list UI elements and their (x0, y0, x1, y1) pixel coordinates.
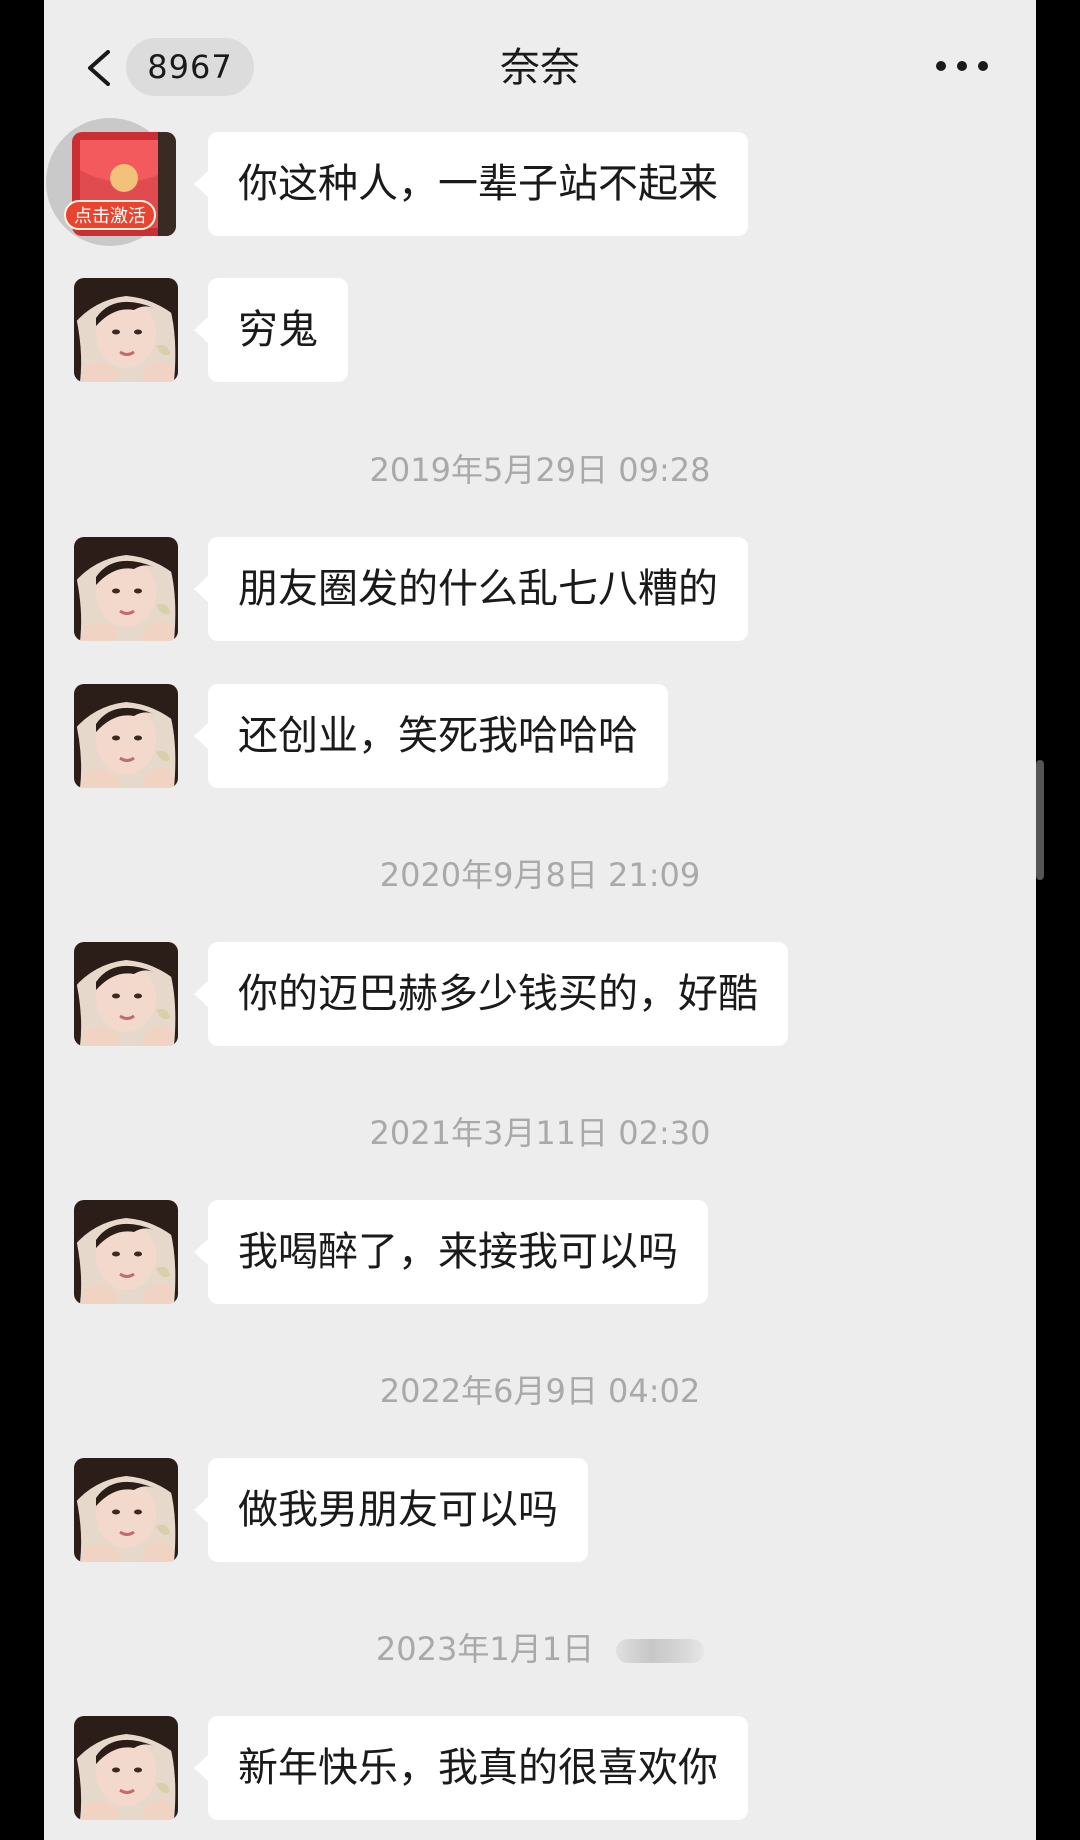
message-bubble[interactable]: 做我男朋友可以吗 (194, 1458, 588, 1562)
chat-screen: 8967 奈奈 点击激活 你这种人，一辈子站不起来 穷鬼 2019年5月29日 … (44, 0, 1036, 1840)
timestamp-date: 2023年1月1日 (375, 1630, 595, 1668)
message-bubble[interactable]: 我喝醉了，来接我可以吗 (194, 1200, 708, 1304)
chat-title: 奈奈 (500, 45, 580, 91)
contact-avatar[interactable] (74, 1716, 178, 1820)
blurred-time (616, 1639, 705, 1663)
message-timestamp: 2021年3月11日 02:30 (369, 1114, 711, 1152)
contact-avatar[interactable] (74, 278, 178, 382)
red-packet-avatar[interactable]: 点击激活 (44, 118, 180, 246)
message-timestamp: 2022年6月9日 04:02 (379, 1372, 701, 1410)
message-bubble[interactable]: 朋友圈发的什么乱七八糟的 (194, 537, 748, 641)
more-icon[interactable] (936, 56, 988, 76)
message-bubble[interactable]: 穷鬼 (194, 278, 348, 382)
contact-avatar[interactable] (74, 537, 178, 641)
contact-avatar[interactable] (74, 1458, 178, 1562)
edge-strip (1036, 760, 1044, 880)
message-bubble[interactable]: 新年快乐，我真的很喜欢你 (194, 1716, 748, 1820)
message-bubble[interactable]: 你的迈巴赫多少钱买的，好酷 (194, 942, 788, 1046)
message-timestamp: 2023年1月1日 (44, 1627, 1036, 1671)
contact-avatar[interactable] (74, 942, 178, 1046)
message-timestamp: 2020年9月8日 21:09 (379, 856, 701, 894)
message-bubble[interactable]: 你这种人，一辈子站不起来 (194, 132, 748, 236)
chat-header: 8967 奈奈 (44, 0, 1036, 122)
contact-avatar[interactable] (74, 684, 178, 788)
red-packet-label: 点击激活 (64, 200, 156, 230)
message-bubble[interactable]: 还创业，笑死我哈哈哈 (194, 684, 668, 788)
contact-avatar[interactable] (74, 1200, 178, 1304)
message-timestamp: 2019年5月29日 09:28 (369, 451, 711, 489)
